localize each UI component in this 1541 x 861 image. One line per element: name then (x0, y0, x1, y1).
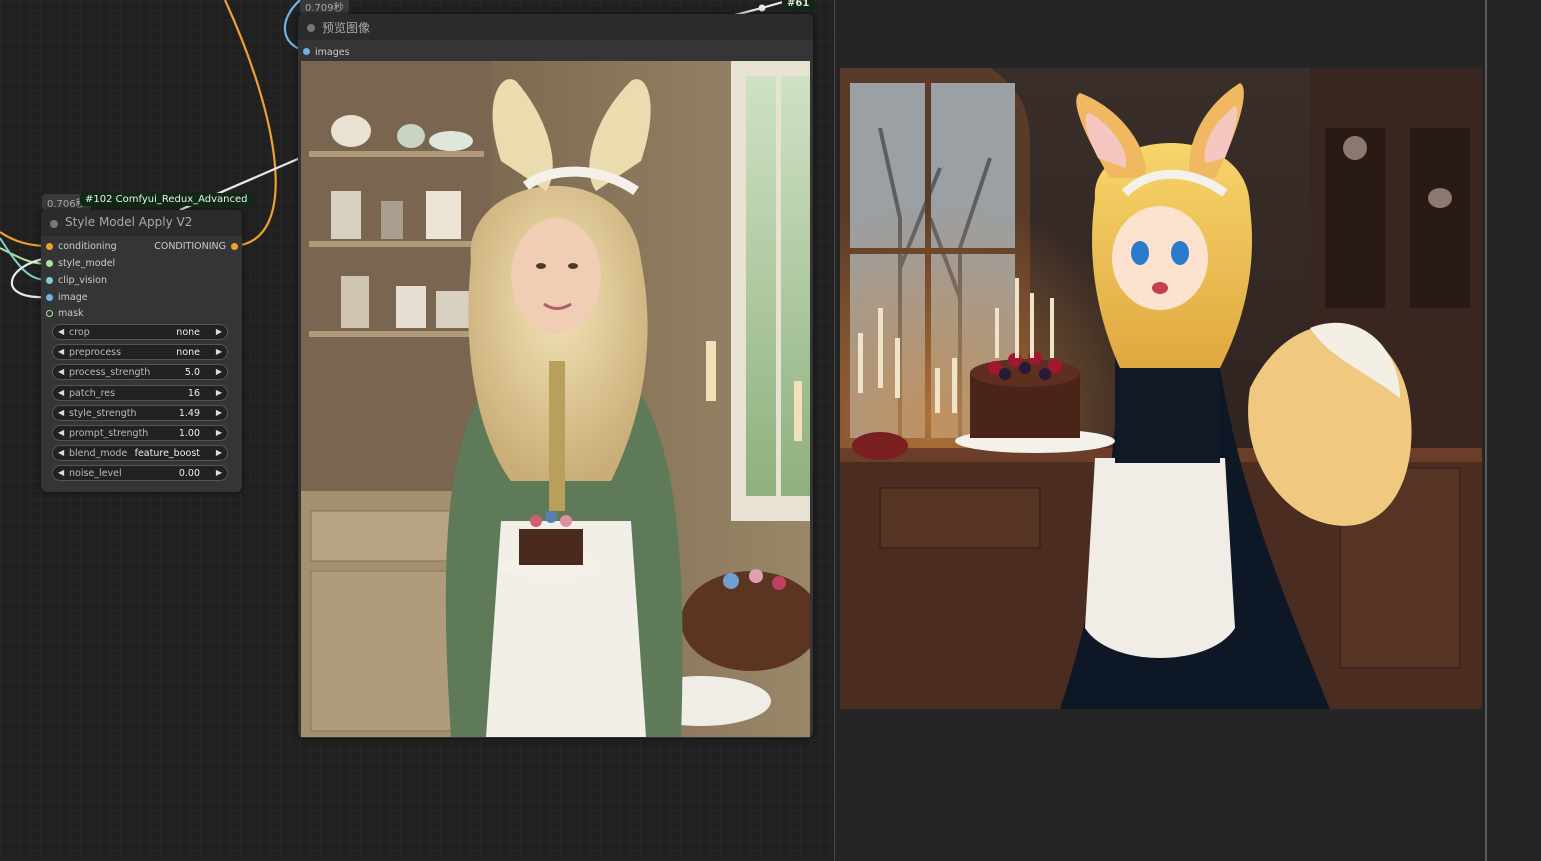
widget-value: 16 (187, 388, 200, 399)
conditioning-output-label: CONDITIONING (154, 241, 226, 252)
reference-image[interactable] (840, 68, 1482, 709)
image-compare-panel[interactable] (834, 0, 1541, 861)
redux-node-tag: #102 Comfyui_Redux_Advanced (80, 193, 253, 206)
widget-label: crop (69, 327, 90, 338)
decrement-arrow-icon[interactable]: ◀ (58, 388, 64, 397)
widget-label: preprocess (69, 347, 122, 358)
preview-output-image[interactable] (301, 61, 810, 737)
prompt-strength-widget[interactable]: ◀ prompt_strength 1.00 ▶ (52, 425, 228, 441)
increment-arrow-icon[interactable]: ▶ (216, 388, 222, 397)
widget-label: blend_mode (69, 448, 128, 459)
image-input-dot[interactable] (46, 294, 53, 301)
images-input-dot[interactable] (303, 48, 310, 55)
node-61-tag: #61 (782, 0, 815, 10)
crop-widget[interactable]: ◀ crop none ▶ (52, 324, 228, 340)
clip-vision-input-dot[interactable] (46, 277, 53, 284)
increment-arrow-icon[interactable]: ▶ (216, 468, 222, 477)
preview-node-header[interactable]: 预览图像 (298, 14, 813, 40)
widget-label: style_strength (69, 408, 137, 419)
conditioning-output-dot[interactable] (231, 243, 238, 250)
preview-time-badge: 0.709秒 (300, 0, 349, 15)
decrement-arrow-icon[interactable]: ◀ (58, 428, 64, 437)
mask-input-dot[interactable] (46, 310, 53, 317)
style-strength-widget[interactable]: ◀ style_strength 1.49 ▶ (52, 405, 228, 421)
widget-label: noise_level (69, 468, 122, 479)
increment-arrow-icon[interactable]: ▶ (216, 448, 222, 457)
collapse-dot-icon[interactable] (50, 220, 58, 228)
increment-arrow-icon[interactable]: ▶ (216, 367, 222, 376)
process-strength-widget[interactable]: ◀ process_strength 5.0 ▶ (52, 364, 228, 380)
preview-image-node[interactable]: 预览图像 images (298, 14, 813, 738)
widget-value: feature_boost (134, 448, 200, 459)
image-input-label: image (58, 292, 88, 303)
clip-vision-input-label: clip_vision (58, 275, 107, 286)
preview-node-title: 预览图像 (322, 21, 371, 35)
style-model-input-dot[interactable] (46, 260, 53, 267)
widget-value: 1.49 (178, 408, 200, 419)
style-node-title: Style Model Apply V2 (65, 215, 193, 229)
style-model-apply-node[interactable]: Style Model Apply V2 conditioning CONDIT… (41, 210, 242, 492)
patch-res-widget[interactable]: ◀ patch_res 16 ▶ (52, 385, 228, 401)
widget-value: none (176, 327, 200, 338)
increment-arrow-icon[interactable]: ▶ (216, 347, 222, 356)
widget-value: 0.00 (178, 468, 200, 479)
increment-arrow-icon[interactable]: ▶ (216, 327, 222, 336)
style-model-input-label: style_model (58, 258, 116, 269)
mask-input-label: mask (58, 308, 84, 319)
widget-label: patch_res (69, 388, 116, 399)
conditioning-input-dot[interactable] (46, 243, 53, 250)
collapse-dot-icon[interactable] (307, 24, 315, 32)
widget-value: 1.00 (178, 428, 200, 439)
decrement-arrow-icon[interactable]: ◀ (58, 468, 64, 477)
decrement-arrow-icon[interactable]: ◀ (58, 367, 64, 376)
style-node-header[interactable]: Style Model Apply V2 (41, 210, 242, 236)
preprocess-widget[interactable]: ◀ preprocess none ▶ (52, 344, 228, 360)
increment-arrow-icon[interactable]: ▶ (216, 428, 222, 437)
decrement-arrow-icon[interactable]: ◀ (58, 347, 64, 356)
panel-divider[interactable] (1485, 0, 1487, 861)
widget-label: process_strength (69, 367, 151, 378)
noise-level-widget[interactable]: ◀ noise_level 0.00 ▶ (52, 465, 228, 481)
decrement-arrow-icon[interactable]: ◀ (58, 327, 64, 336)
conditioning-input-label: conditioning (58, 241, 117, 252)
images-input-label: images (315, 47, 350, 58)
decrement-arrow-icon[interactable]: ◀ (58, 408, 64, 417)
increment-arrow-icon[interactable]: ▶ (216, 408, 222, 417)
widget-value: 5.0 (184, 367, 200, 378)
decrement-arrow-icon[interactable]: ◀ (58, 448, 64, 457)
widget-value: none (176, 347, 200, 358)
blend-mode-widget[interactable]: ◀ blend_mode feature_boost ▶ (52, 445, 228, 461)
widget-label: prompt_strength (69, 428, 149, 439)
